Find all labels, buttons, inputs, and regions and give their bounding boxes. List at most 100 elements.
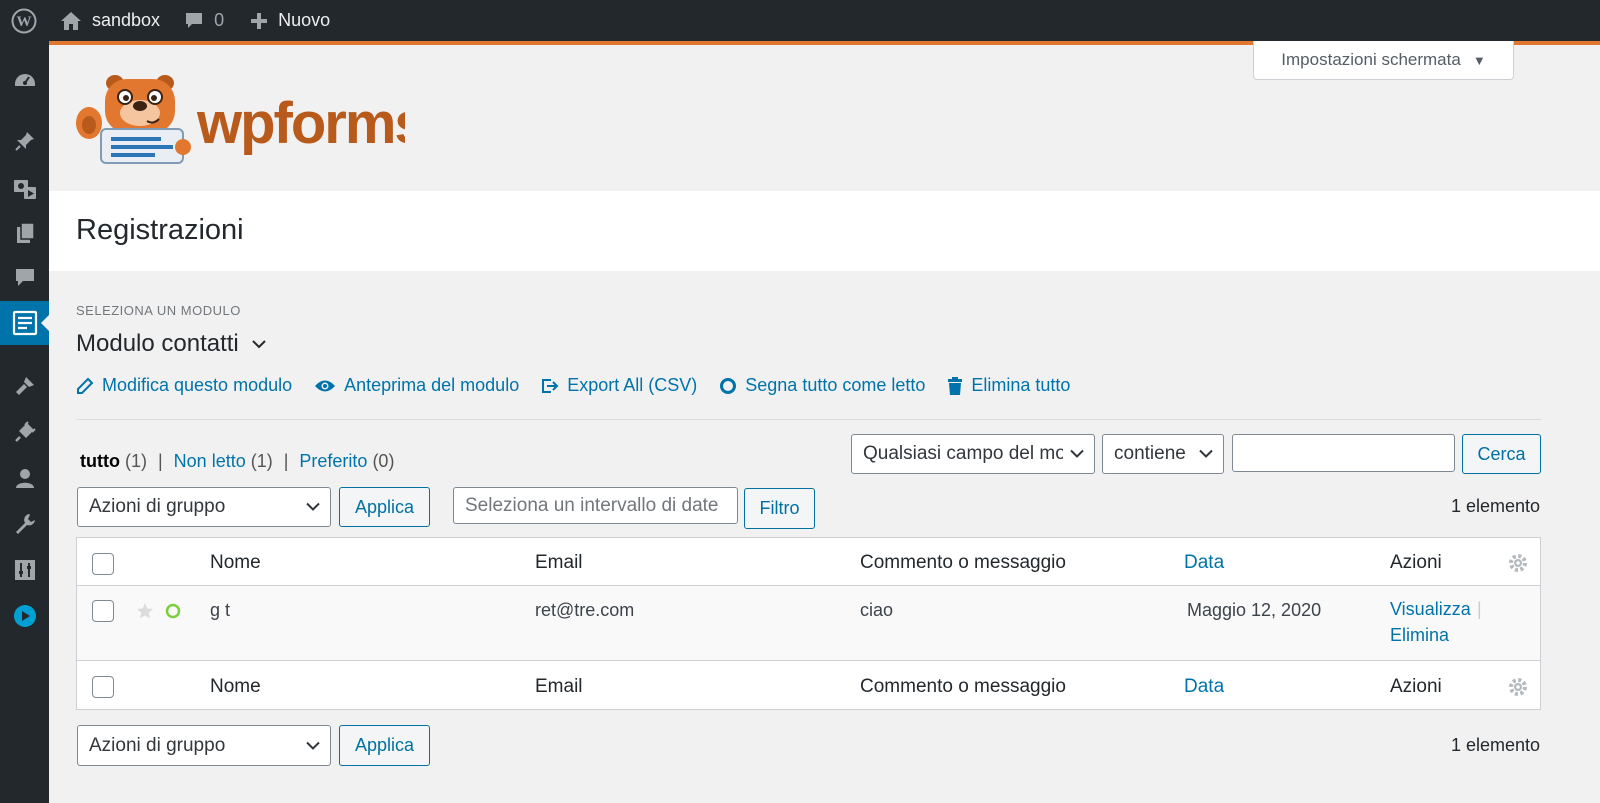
view-unread-count: (1) — [250, 451, 273, 471]
form-name: Modulo contatti — [76, 330, 239, 357]
bulk-actions-value: Azioni di gruppo — [89, 734, 226, 756]
table-row: g t ret@tre.com ciao Maggio 12, 2020 Vis… — [77, 586, 1540, 661]
search-input[interactable] — [1232, 434, 1455, 472]
comments-icon[interactable] — [0, 256, 49, 300]
date-range-input[interactable]: Seleziona un intervallo di date — [453, 487, 738, 524]
view-starred[interactable]: Preferito — [299, 451, 367, 472]
wordpress-logo-icon[interactable]: W — [0, 0, 48, 41]
delete-entry-link[interactable]: Elimina — [1390, 625, 1449, 646]
plugins-icon[interactable] — [0, 410, 49, 454]
site-name-link[interactable]: sandbox — [48, 0, 160, 41]
edit-form-label: Modifica questo modulo — [102, 375, 293, 395]
dashboard-icon[interactable] — [0, 58, 49, 102]
star-icon[interactable] — [136, 602, 154, 620]
row-action-separator: | — [1477, 599, 1482, 619]
column-actions: Azioni — [1390, 552, 1442, 573]
items-count: 1 elemento — [1451, 496, 1541, 516]
comment-bubble-icon — [186, 12, 203, 28]
page-title: Registrazioni — [76, 214, 244, 246]
mark-all-read-link[interactable]: Segna tutto come letto — [719, 375, 925, 396]
views-separator: | — [157, 451, 163, 471]
pages-icon[interactable] — [0, 211, 49, 255]
delete-all-label: Elimina tutto — [971, 375, 1071, 395]
view-all[interactable]: tutto — [80, 451, 120, 472]
field-select[interactable]: Qualsiasi campo del modulo — [851, 434, 1095, 474]
bulk-actions-value: Azioni di gruppo — [89, 496, 226, 517]
column-email: Email — [535, 552, 583, 573]
home-icon — [61, 11, 81, 30]
entry-name: g t — [210, 600, 231, 620]
trash-icon — [948, 376, 963, 395]
delete-all-link[interactable]: Elimina tutto — [947, 375, 1070, 396]
preview-form-link[interactable]: Anteprima del modulo — [314, 375, 519, 396]
export-csv-link[interactable]: Export All (CSV) — [541, 375, 697, 396]
form-action-links: Modifica questo modulo Anteprima del mod… — [76, 375, 1092, 396]
edit-form-link[interactable]: Modifica questo modulo — [76, 375, 292, 396]
select-all-checkbox-footer[interactable] — [92, 676, 114, 698]
views-separator: | — [283, 451, 289, 471]
select-all-checkbox[interactable] — [92, 553, 114, 575]
view-starred-count: (0) — [372, 451, 395, 471]
table-footer-row: Nome Email Commento o messaggio Data Azi… — [77, 662, 1540, 710]
users-icon[interactable] — [0, 456, 49, 500]
entry-date: Maggio 12, 2020 — [1187, 600, 1322, 620]
admin-sidebar — [0, 41, 49, 803]
search-button[interactable]: Cerca — [1462, 434, 1541, 474]
view-all-count: (1) — [124, 451, 147, 471]
tools-icon[interactable] — [0, 502, 49, 546]
apply-button-bottom[interactable]: Applica — [339, 725, 430, 766]
filter-button[interactable]: Filtro — [744, 488, 815, 529]
screen-options-label: Impostazioni schermata — [1281, 50, 1461, 69]
caret-down-icon: ▼ — [1472, 52, 1486, 68]
comments-link[interactable]: 0 — [160, 0, 224, 41]
divider — [76, 419, 1541, 420]
column-actions: Azioni — [1390, 676, 1442, 697]
apply-button[interactable]: Applica — [339, 487, 430, 527]
bulk-actions-select-bottom[interactable]: Azioni di gruppo — [77, 725, 331, 766]
settings-icon[interactable] — [0, 548, 49, 592]
column-date-sort[interactable]: Data — [1184, 676, 1224, 698]
column-date-sort[interactable]: Data — [1184, 552, 1224, 574]
plus-icon — [251, 12, 268, 29]
unread-status-icon[interactable] — [165, 603, 181, 619]
row-checkbox[interactable] — [92, 600, 114, 622]
column-comment: Commento o messaggio — [860, 676, 1066, 697]
entry-comment: ciao — [860, 600, 894, 620]
wpforms-logo-text: wpforms — [196, 91, 405, 156]
bulk-actions-select[interactable]: Azioni di gruppo — [77, 487, 331, 527]
operator-select[interactable]: contiene — [1102, 434, 1224, 474]
form-selector[interactable]: Modulo contatti — [76, 330, 267, 358]
screen-options-button[interactable]: Impostazioni schermata ▼ — [1253, 41, 1514, 80]
comments-count: 0 — [214, 10, 225, 30]
wpforms-logo: wpforms — [76, 75, 405, 164]
play-icon[interactable] — [0, 594, 49, 638]
column-name: Nome — [210, 676, 261, 697]
appearance-icon[interactable] — [0, 364, 49, 408]
mark-all-read-label: Segna tutto come letto — [745, 375, 926, 395]
export-icon — [542, 378, 559, 393]
pin-icon[interactable] — [0, 119, 49, 163]
date-range-placeholder: Seleziona un intervallo di date — [465, 494, 719, 516]
wpforms-icon[interactable] — [0, 301, 49, 345]
chevron-down-icon — [306, 741, 320, 750]
field-select-value: Qualsiasi campo del modulo — [863, 443, 1063, 464]
view-entry-link[interactable]: Visualizza — [1390, 599, 1471, 620]
media-icon[interactable] — [0, 166, 49, 210]
eye-icon — [315, 380, 336, 391]
gear-icon[interactable] — [1508, 677, 1528, 697]
new-content-link[interactable]: Nuovo — [224, 0, 330, 41]
entries-table: Nome Email Commento o messaggio Data Azi… — [76, 537, 1541, 710]
new-label: Nuovo — [278, 10, 331, 30]
pencil-icon — [77, 377, 94, 394]
view-unread[interactable]: Non letto — [174, 451, 246, 472]
column-name: Nome — [210, 552, 261, 573]
items-count-bottom: 1 elemento — [1451, 735, 1541, 755]
operator-select-value: contiene — [1114, 443, 1186, 464]
chevron-down-icon — [252, 340, 266, 349]
page-title-bar — [49, 191, 1600, 271]
preview-form-label: Anteprima del modulo — [344, 375, 520, 395]
site-name: sandbox — [92, 10, 161, 30]
gear-icon[interactable] — [1508, 553, 1528, 573]
column-email: Email — [535, 676, 583, 697]
circle-outline-icon — [720, 377, 737, 394]
